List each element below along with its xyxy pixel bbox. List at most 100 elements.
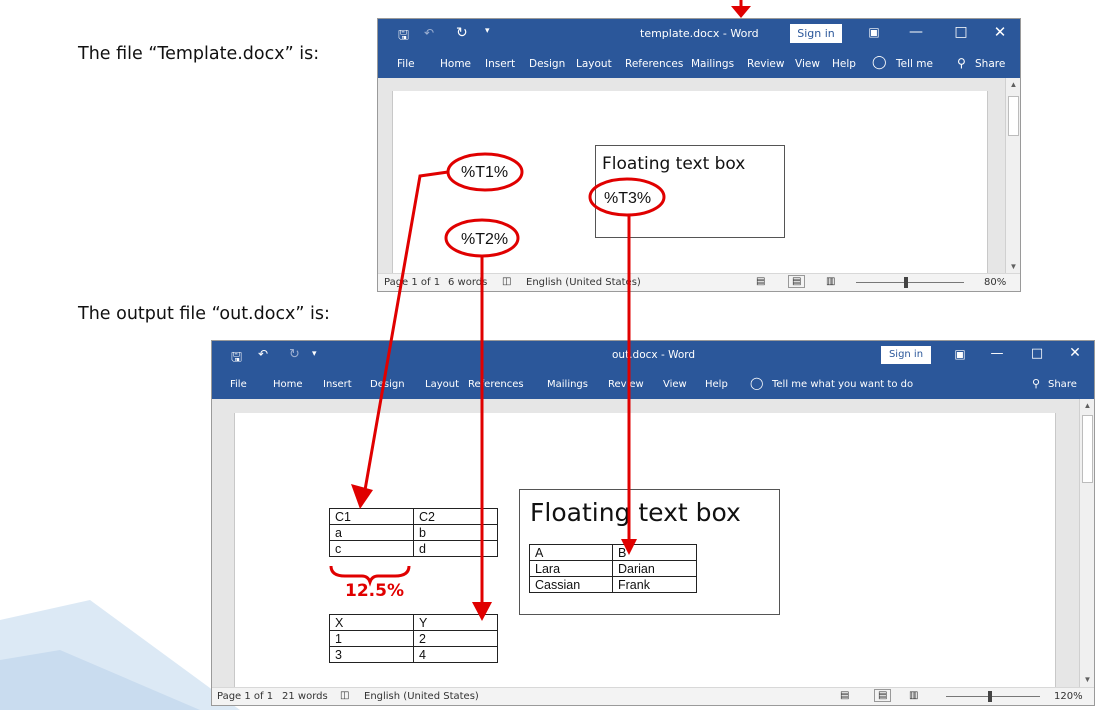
tab-file[interactable]: File — [230, 379, 247, 390]
table-cell[interactable]: Lara — [529, 560, 613, 577]
table-cell[interactable]: d — [413, 540, 498, 557]
ribbon-display-icon[interactable]: ▣ — [950, 347, 970, 361]
tab-view[interactable]: View — [795, 58, 820, 70]
zoom-level[interactable]: 80% — [984, 277, 1006, 288]
sign-in-button[interactable]: Sign in — [790, 24, 842, 43]
table-cell[interactable]: 3 — [329, 646, 414, 663]
tab-view[interactable]: View — [663, 379, 687, 390]
print-layout-icon[interactable]: ▤ — [874, 689, 892, 702]
tab-references[interactable]: References — [625, 58, 683, 70]
table-cell[interactable]: b — [413, 524, 498, 541]
web-layout-icon[interactable]: ▥ — [909, 690, 918, 701]
table-cell[interactable]: C1 — [329, 508, 414, 525]
tab-insert[interactable]: Insert — [485, 58, 515, 70]
proofing-icon[interactable]: ◫ — [502, 276, 511, 287]
zoom-slider[interactable] — [946, 696, 1040, 697]
scroll-up-icon[interactable]: ▲ — [1080, 401, 1094, 410]
floating-text-box[interactable]: Floating text box %T3% — [595, 145, 785, 238]
table-cell[interactable]: Cassian — [529, 576, 613, 593]
table-cell[interactable]: 2 — [413, 630, 498, 647]
table-cell[interactable]: 1 — [329, 630, 414, 647]
sign-in-button[interactable]: Sign in — [881, 346, 931, 364]
customize-icon[interactable]: ▾ — [485, 26, 490, 36]
read-mode-icon[interactable]: ▤ — [840, 690, 849, 701]
zoom-thumb[interactable] — [904, 277, 908, 288]
read-mode-icon[interactable]: ▤ — [756, 276, 765, 287]
language[interactable]: English (United States) — [364, 691, 479, 702]
tab-file[interactable]: File — [397, 58, 415, 70]
share-button[interactable]: Share — [975, 58, 1005, 70]
minimize-icon[interactable]: — — [987, 346, 1007, 361]
scrollbar-thumb[interactable] — [1082, 415, 1093, 483]
table-cell[interactable]: Y — [413, 614, 498, 631]
table-x-y[interactable]: XY 12 34 — [329, 614, 498, 663]
tab-home[interactable]: Home — [273, 379, 303, 390]
table-row: cd — [329, 540, 498, 557]
textbox-title: Floating text box — [530, 498, 741, 527]
zoom-slider[interactable] — [856, 282, 964, 283]
zoom-level[interactable]: 120% — [1054, 691, 1083, 702]
status-bar: Page 1 of 1 21 words ◫ English (United S… — [212, 687, 1094, 705]
table-cell[interactable]: C2 — [413, 508, 498, 525]
table-cell[interactable]: c — [329, 540, 414, 557]
tab-layout[interactable]: Layout — [425, 379, 459, 390]
table-cell[interactable]: A — [529, 544, 613, 561]
vertical-scrollbar[interactable]: ▲ ▼ — [1005, 78, 1020, 275]
table-names[interactable]: AB Lara Darian Cassian Frank — [529, 544, 697, 593]
save-icon[interactable]: 🖫 — [231, 348, 242, 370]
window-title: out.docx - Word — [612, 349, 696, 361]
table-cell[interactable]: B — [612, 544, 697, 561]
scroll-down-icon[interactable]: ▼ — [1080, 675, 1094, 684]
zoom-thumb[interactable] — [988, 691, 992, 702]
proofing-icon[interactable]: ◫ — [340, 690, 349, 701]
close-icon[interactable]: ✕ — [990, 23, 1010, 41]
tab-home[interactable]: Home — [440, 58, 471, 70]
table-c1-c2[interactable]: C1 C2 ab cd — [329, 508, 498, 557]
word-count[interactable]: 21 words — [282, 691, 328, 702]
ribbon-display-icon[interactable]: ▣ — [864, 25, 884, 39]
minimize-icon[interactable]: — — [906, 24, 926, 40]
undo-icon[interactable]: ↶ — [258, 347, 268, 361]
redo-icon[interactable]: ↻ — [456, 25, 468, 41]
undo-icon[interactable]: ↶ — [424, 26, 434, 40]
web-layout-icon[interactable]: ▥ — [826, 276, 835, 287]
tell-me-box[interactable]: Tell me — [896, 58, 933, 70]
maximize-icon[interactable]: □ — [951, 24, 971, 40]
vertical-scrollbar[interactable]: ▲ ▼ — [1079, 399, 1094, 688]
share-button[interactable]: Share — [1048, 379, 1077, 390]
tab-mailings[interactable]: Mailings — [547, 379, 588, 390]
close-icon[interactable]: ✕ — [1065, 345, 1085, 361]
tab-references[interactable]: References — [468, 379, 524, 390]
tab-help[interactable]: Help — [832, 58, 856, 70]
page-count[interactable]: Page 1 of 1 — [384, 277, 440, 288]
customize-icon[interactable]: ▾ — [312, 349, 317, 359]
title-bar: 🖫 ↶ ↻ ▾ out.docx - Word Sign in ▣ — □ ✕ — [212, 341, 1094, 371]
scrollbar-thumb[interactable] — [1008, 96, 1019, 136]
table-row: ab — [329, 524, 498, 541]
page-count[interactable]: Page 1 of 1 — [217, 691, 273, 702]
tab-design[interactable]: Design — [370, 379, 405, 390]
tab-layout[interactable]: Layout — [576, 58, 612, 70]
save-icon[interactable]: 🖫 — [398, 26, 409, 48]
scroll-up-icon[interactable]: ▲ — [1006, 80, 1020, 89]
print-layout-icon[interactable]: ▤ — [788, 275, 806, 288]
share-icon[interactable]: ⚲ — [957, 56, 966, 70]
table-cell[interactable]: X — [329, 614, 414, 631]
share-icon[interactable]: ⚲ — [1032, 377, 1040, 390]
tab-insert[interactable]: Insert — [323, 379, 352, 390]
tab-help[interactable]: Help — [705, 379, 728, 390]
table-cell[interactable]: 4 — [413, 646, 498, 663]
tab-design[interactable]: Design — [529, 58, 565, 70]
maximize-icon[interactable]: □ — [1027, 346, 1047, 361]
table-cell[interactable]: Darian — [612, 560, 697, 577]
word-count[interactable]: 6 words — [448, 277, 487, 288]
scroll-down-icon[interactable]: ▼ — [1006, 262, 1020, 271]
tab-review[interactable]: Review — [747, 58, 784, 70]
language[interactable]: English (United States) — [526, 277, 641, 288]
redo-icon[interactable]: ↻ — [289, 347, 300, 362]
table-cell[interactable]: Frank — [612, 576, 697, 593]
tell-me-box[interactable]: Tell me what you want to do — [772, 379, 913, 390]
table-cell[interactable]: a — [329, 524, 414, 541]
tab-mailings[interactable]: Mailings — [691, 58, 734, 70]
tab-review[interactable]: Review — [608, 379, 644, 390]
